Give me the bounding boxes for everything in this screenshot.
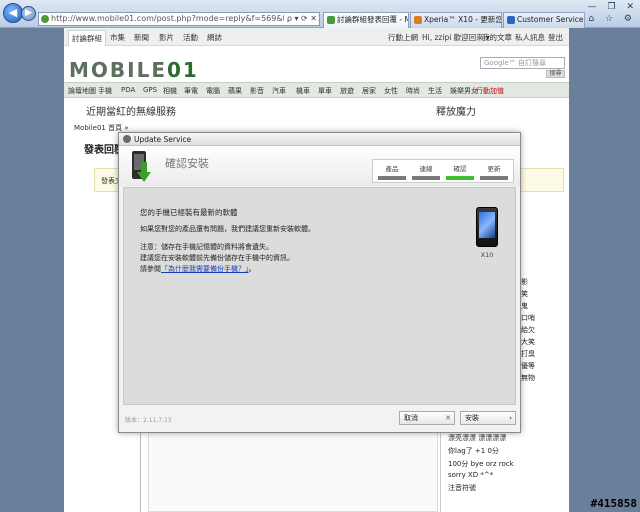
phone-image [476,207,498,247]
address-url: http://www.mobile01.com/post.php?mode=re… [51,14,319,23]
browser-chrome: ◀ ▶ http://www.mobile01.com/post.php?mod… [0,0,640,28]
category-item[interactable]: 電腦 [206,86,220,96]
dialog-header: 確認安裝 產品 連線 確認 更新 [119,146,520,186]
topnav-video[interactable]: 影片 [159,32,174,43]
category-item[interactable]: 居家 [362,86,376,96]
emoticon-item[interactable]: 打臭 [521,349,535,359]
topnav-logout[interactable]: 登出 [548,32,563,43]
dialog-heading: 確認安裝 [165,157,209,170]
version-text: 版本：2.11.7.13 [125,417,172,424]
emoticon-item[interactable]: 優等 [521,361,535,371]
step-update: 更新 [477,163,511,180]
chevron-right-icon: › [509,414,512,422]
category-item[interactable]: 汽車 [272,86,286,96]
category-item[interactable]: 女性 [384,86,398,96]
progress-steps: 產品 連線 確認 更新 [372,159,514,183]
category-item[interactable]: 娛樂男女 [450,86,478,96]
favicon-icon [41,15,49,23]
close-icon: ✕ [445,414,451,422]
emoticon-item[interactable]: 鬼 [521,301,528,311]
topnav-my-posts[interactable]: 我的文章 [482,32,512,43]
toolbar-icons[interactable]: ⌂ ☆ ⚙ [588,14,636,24]
emoticon-row[interactable]: sorry XD *^* [448,471,493,479]
emoticon-item[interactable]: 影 [521,277,528,287]
topnav-user[interactable]: Hi, zzipi 歡迎回來 ▾ [422,32,490,43]
cancel-button[interactable]: 取消 ✕ [399,411,455,425]
step-connect: 連線 [409,163,443,180]
emoticon-row[interactable]: 你lag了 +1 0分 [448,446,499,456]
category-item[interactable]: 蘋果 [228,86,242,96]
category-bar: 論壇地圖 手機 PDA GPS 相機 筆電 電腦 蘋果 影音 汽車 機車 單車 旅遊 居家 女性 時尚 生活 娛樂… [64,82,569,98]
message-backup: 建議您在安裝軟體前先備份儲存在手機中的資訊。 [140,254,294,262]
page-viewport: 討論群組 市集 新聞 影片 活動 網誌 行動上網 Hi, zzipi 歡迎回來 … [0,28,640,512]
emoticon-item[interactable]: 口哨 [521,313,535,323]
emoticon-item[interactable]: 給欠 [521,325,535,335]
category-item[interactable]: 筆電 [184,86,198,96]
message-reinstall: 如果您對您的產品還有問題，我們建議您重新安裝軟體。 [140,225,315,233]
phone-download-icon [132,151,151,182]
app-icon [123,135,131,143]
topnav-forum[interactable]: 討論群組 [68,30,106,46]
tab-favicon-icon [507,16,515,24]
step-confirm: 確認 [443,163,477,180]
topnav-blog[interactable]: 網誌 [207,32,222,43]
tab-forum[interactable]: 討論群組發表回覆 - M... [323,12,409,28]
category-item[interactable]: PDA [121,86,135,94]
site-logo[interactable]: MOBILE01 [69,58,199,82]
category-item[interactable]: 生活 [428,86,442,96]
backup-help-link[interactable]: 「為什麼我需要備份手機？」 [161,265,249,273]
category-item[interactable]: GPS [143,86,157,94]
forward-button[interactable]: ▶ [21,6,36,21]
window-controls[interactable]: — ❐ ✕ [588,2,638,12]
topnav-market[interactable]: 市集 [110,32,125,43]
top-navigation: 討論群組 市集 新聞 影片 活動 網誌 行動上網 Hi, zzipi 歡迎回來 … [64,28,569,46]
tab-label: Xperia™ X10 - 更新您的... [424,15,502,24]
category-item[interactable]: 旅遊 [340,86,354,96]
emoticon-item[interactable]: 笑 [521,289,528,299]
tab-label: 討論群組發表回覆 - M... [337,15,408,24]
tab-customer-service[interactable]: Customer Service System... [503,12,585,28]
address-bar[interactable]: http://www.mobile01.com/post.php?mode=re… [38,12,320,26]
message-main: 您的手機已經裝有最新的軟體 [140,208,238,217]
tab-favicon-icon [327,16,335,24]
topnav-mobile[interactable]: 行動上網 [388,32,418,43]
message-link-line: 請參閱「為什麼我需要備份手機？」。 [140,265,256,273]
category-item[interactable]: 手機 [98,86,112,96]
category-item[interactable]: 論壇地圖 [68,86,96,96]
tab-favicon-icon [414,16,422,24]
device-label: X10 [480,251,494,259]
dialog-content: 您的手機已經裝有最新的軟體 如果您對您的產品還有問題，我們建議您重新安裝軟體。 … [123,187,516,405]
search-button[interactable]: 搜尋 [546,70,565,78]
install-button[interactable]: 安裝 › [460,411,516,425]
category-item[interactable]: 時尚 [406,86,420,96]
update-service-dialog: Update Service 確認安裝 產品 連線 確認 更新 您的手機已經裝有… [118,132,521,433]
message-warning: 注意：儲存在手機記憶體的資料將會遺失。 [140,243,273,251]
category-item[interactable]: 機車 [296,86,310,96]
emoticon-item[interactable]: 大笑 [521,337,535,347]
emoticon-item[interactable]: 無物 [521,373,535,383]
category-item[interactable]: 行動加值 [476,86,504,96]
emoticon-row[interactable]: 注音符號 [448,483,476,493]
dialog-titlebar[interactable]: Update Service [119,133,520,146]
topnav-events[interactable]: 活動 [183,32,198,43]
tab-xperia[interactable]: Xperia™ X10 - 更新您的... [410,12,502,28]
emoticon-row[interactable]: 漂亮漂漂 漂漂漂漂 [448,433,506,443]
dialog-title: Update Service [134,135,192,144]
back-button[interactable]: ◀ [3,3,23,23]
tab-label: Customer Service System... [517,15,584,24]
category-item[interactable]: 單車 [318,86,332,96]
emoticon-row[interactable]: 100分 bye orz rock [448,459,514,469]
topnav-messages[interactable]: 私人訊息 [515,32,545,43]
category-item[interactable]: 影音 [250,86,264,96]
marquee-text: 近期當紅的無線服務 釋放魔力 [86,107,476,118]
topnav-news[interactable]: 新聞 [134,32,149,43]
step-product: 產品 [375,163,409,180]
address-controls[interactable]: ρ ▾ ⟳ ✕ [283,13,317,25]
site-search-input[interactable]: Google™ 自訂搜尋 [480,57,565,69]
watermark-text: #415858 [590,497,637,510]
category-item[interactable]: 相機 [163,86,177,96]
